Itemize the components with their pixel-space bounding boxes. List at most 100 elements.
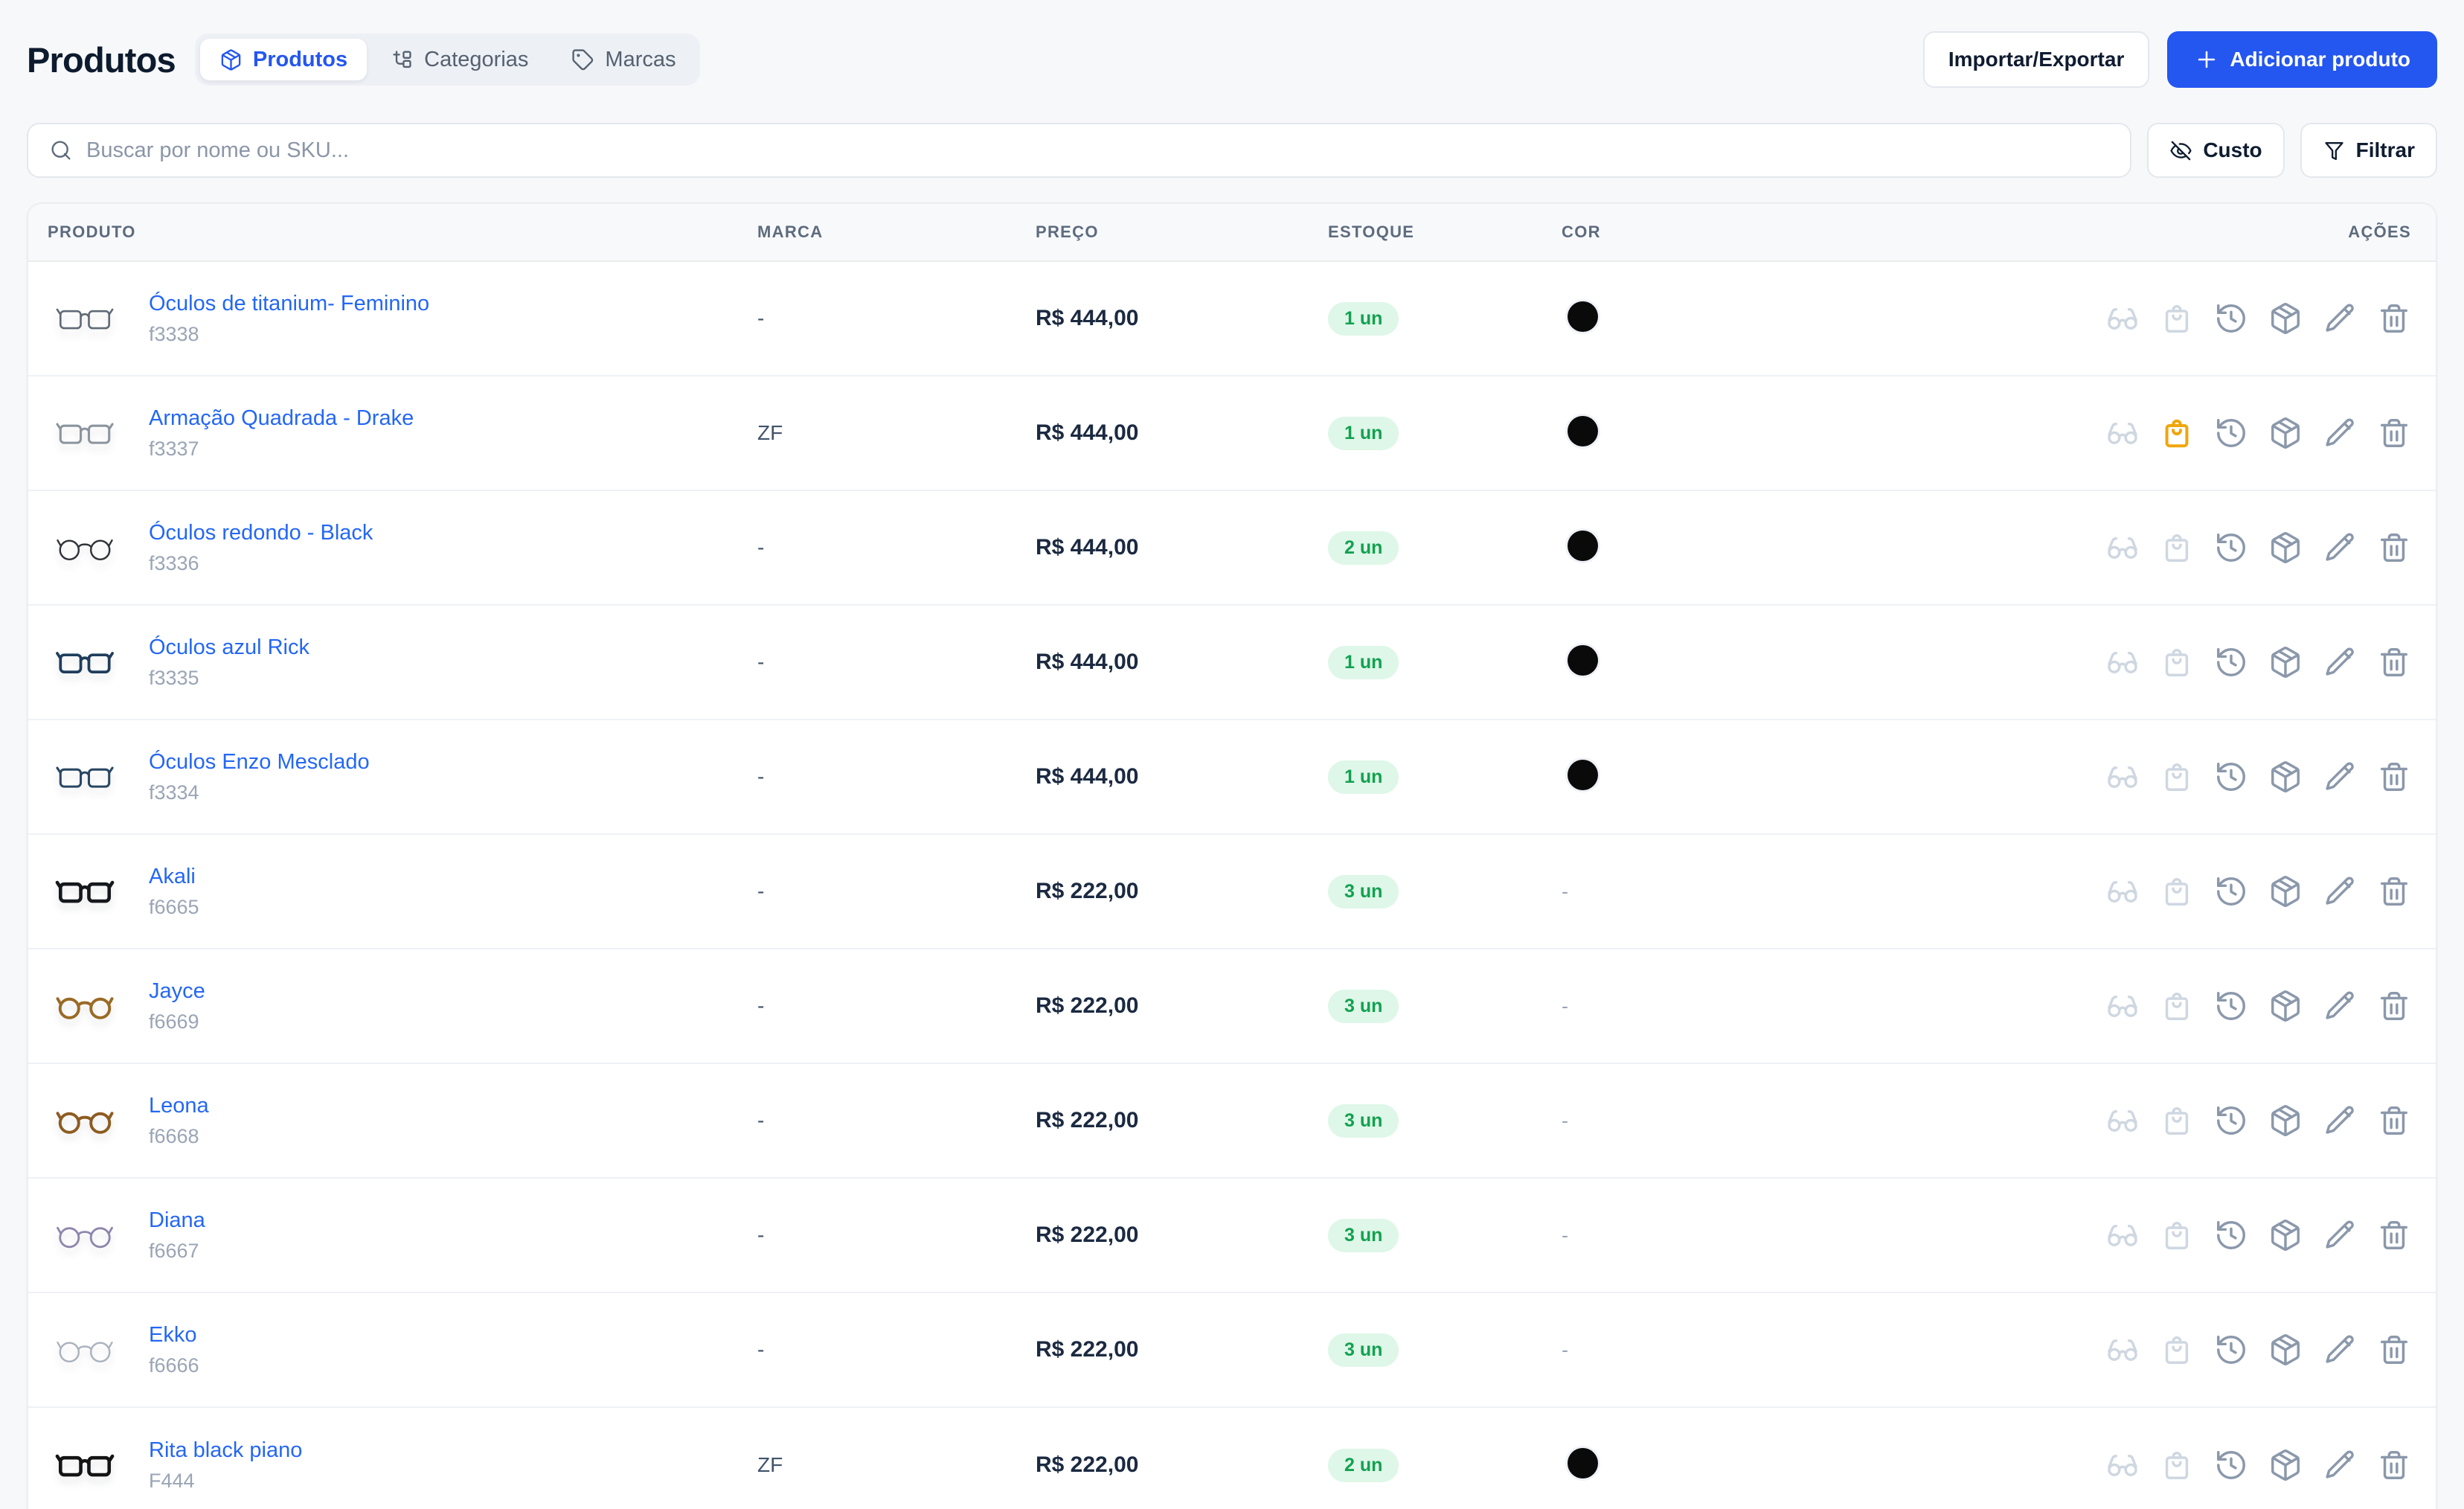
product-name-link[interactable]: Óculos redondo - Black [149, 521, 373, 545]
stock-badge: 2 un [1328, 1448, 1399, 1482]
edit-button[interactable] [2323, 760, 2357, 794]
preview-glasses-button[interactable] [2105, 874, 2140, 909]
product-name-link[interactable]: Óculos Enzo Mesclado [149, 750, 370, 775]
filter-button[interactable]: Filtrar [2300, 123, 2437, 178]
tab-produtos[interactable]: Produtos [199, 39, 368, 80]
stock-package-button[interactable] [2268, 989, 2303, 1023]
edit-button[interactable] [2323, 874, 2357, 909]
edit-button[interactable] [2323, 531, 2357, 565]
marketplace-bag-button[interactable] [2160, 645, 2194, 679]
preview-glasses-button[interactable] [2105, 1448, 2140, 1482]
stock-package-button[interactable] [2268, 874, 2303, 909]
product-name-link[interactable]: Óculos de titanium- Feminino [149, 292, 429, 316]
stock-package-button[interactable] [2268, 645, 2303, 679]
delete-button[interactable] [2377, 645, 2411, 679]
pencil-icon [2326, 877, 2354, 905]
edit-button[interactable] [2323, 645, 2357, 679]
history-button[interactable] [2214, 874, 2248, 909]
filter-label: Filtrar [2355, 138, 2415, 161]
search-input[interactable] [86, 138, 2110, 163]
no-color-placeholder: - [1562, 1338, 1568, 1361]
preview-glasses-button[interactable] [2105, 531, 2140, 565]
delete-button[interactable] [2377, 416, 2411, 450]
preview-glasses-button[interactable] [2105, 1218, 2140, 1252]
history-button[interactable] [2214, 1103, 2248, 1138]
column-header-color: Cor [1562, 222, 1601, 241]
preview-glasses-button[interactable] [2105, 760, 2140, 794]
product-thumbnail [51, 1431, 119, 1499]
delete-button[interactable] [2377, 989, 2411, 1023]
edit-button[interactable] [2323, 1103, 2357, 1138]
preview-glasses-button[interactable] [2105, 645, 2140, 679]
marketplace-bag-button[interactable] [2160, 760, 2194, 794]
package-icon [2271, 1220, 2300, 1251]
product-thumbnail [51, 1201, 119, 1269]
import-export-button[interactable]: Importar/Exportar [1922, 31, 2150, 88]
product-name-link[interactable]: Ekko [149, 1323, 199, 1348]
marketplace-bag-button[interactable] [2160, 301, 2194, 336]
product-name-link[interactable]: Rita black piano [149, 1438, 302, 1463]
color-cell: - [1562, 1339, 2062, 1362]
history-button[interactable] [2214, 1448, 2248, 1482]
marketplace-bag-button[interactable] [2160, 1333, 2194, 1367]
delete-button[interactable] [2377, 874, 2411, 909]
products-page: Produtos Produtos Categorias Marcas Import… [0, 0, 2464, 1509]
tab-categorias[interactable]: Categorias [371, 39, 548, 80]
edit-button[interactable] [2323, 301, 2357, 336]
delete-button[interactable] [2377, 1103, 2411, 1138]
history-button[interactable] [2214, 301, 2248, 336]
preview-glasses-button[interactable] [2105, 1103, 2140, 1138]
product-name-link[interactable]: Armação Quadrada - Drake [149, 406, 414, 431]
pencil-icon [2326, 1450, 2354, 1478]
delete-button[interactable] [2377, 301, 2411, 336]
marketplace-bag-button[interactable] [2160, 531, 2194, 565]
stock-package-button[interactable] [2268, 1103, 2303, 1138]
tab-marcas[interactable]: Marcas [552, 39, 695, 80]
row-actions [2062, 1103, 2411, 1138]
product-name-link[interactable]: Óculos azul Rick [149, 635, 309, 660]
stock-package-button[interactable] [2268, 1218, 2303, 1252]
preview-glasses-button[interactable] [2105, 416, 2140, 450]
stock-package-button[interactable] [2268, 416, 2303, 450]
stock-package-button[interactable] [2268, 531, 2303, 565]
marketplace-bag-button[interactable] [2160, 989, 2194, 1023]
marketplace-bag-button[interactable] [2160, 1448, 2194, 1482]
history-button[interactable] [2214, 531, 2248, 565]
history-button[interactable] [2214, 760, 2248, 794]
delete-button[interactable] [2377, 1333, 2411, 1367]
edit-button[interactable] [2323, 1218, 2357, 1252]
edit-button[interactable] [2323, 416, 2357, 450]
history-button[interactable] [2214, 645, 2248, 679]
edit-button[interactable] [2323, 989, 2357, 1023]
add-product-button[interactable]: Adicionar produto [2167, 31, 2437, 88]
marketplace-bag-button[interactable] [2160, 874, 2194, 909]
delete-button[interactable] [2377, 1448, 2411, 1482]
preview-glasses-button[interactable] [2105, 989, 2140, 1023]
stock-badge: 2 un [1328, 531, 1399, 565]
preview-glasses-button[interactable] [2105, 1333, 2140, 1367]
product-name-link[interactable]: Akali [149, 865, 199, 889]
product-name-link[interactable]: Leona [149, 1094, 209, 1118]
stock-package-button[interactable] [2268, 760, 2303, 794]
history-button[interactable] [2214, 416, 2248, 450]
edit-button[interactable] [2323, 1448, 2357, 1482]
edit-button[interactable] [2323, 1333, 2357, 1367]
preview-glasses-button[interactable] [2105, 301, 2140, 336]
stock-cell: 1 un [1328, 760, 1562, 794]
product-cell: Rita black piano F444 [48, 1431, 757, 1499]
history-button[interactable] [2214, 1333, 2248, 1367]
delete-button[interactable] [2377, 760, 2411, 794]
stock-package-button[interactable] [2268, 1333, 2303, 1367]
stock-package-button[interactable] [2268, 301, 2303, 336]
marketplace-bag-button[interactable] [2160, 1103, 2194, 1138]
history-button[interactable] [2214, 989, 2248, 1023]
marketplace-bag-button[interactable] [2160, 416, 2194, 450]
stock-package-button[interactable] [2268, 1448, 2303, 1482]
marketplace-bag-button[interactable] [2160, 1218, 2194, 1252]
history-button[interactable] [2214, 1218, 2248, 1252]
delete-button[interactable] [2377, 531, 2411, 565]
cost-visibility-button[interactable]: Custo [2147, 123, 2285, 178]
product-name-link[interactable]: Diana [149, 1208, 205, 1233]
delete-button[interactable] [2377, 1218, 2411, 1252]
product-name-link[interactable]: Jayce [149, 979, 205, 1004]
